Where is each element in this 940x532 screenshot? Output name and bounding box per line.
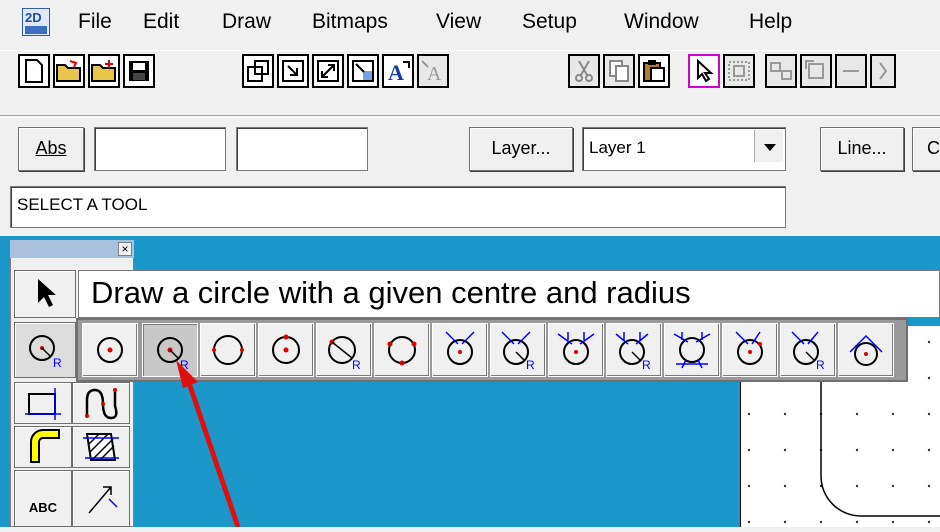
circle-three-points-icon[interactable] (374, 323, 430, 377)
paste-icon[interactable] (638, 54, 670, 88)
circle-two-points-icon[interactable] (200, 323, 256, 377)
hatch-tool-icon[interactable] (72, 426, 130, 468)
text-edit-icon[interactable]: A (417, 54, 449, 88)
copy-icon[interactable] (603, 54, 635, 88)
open-folder-icon[interactable] (53, 54, 85, 88)
svg-text:R: R (352, 358, 361, 370)
close-icon[interactable]: × (118, 242, 132, 256)
menu-draw[interactable]: Draw (222, 10, 271, 34)
svg-text:R: R (816, 358, 825, 370)
coord-x-field[interactable] (94, 127, 226, 171)
menu-bar: 2D File Edit Draw Bitmaps View Setup Win… (0, 0, 940, 46)
svg-text:R: R (53, 356, 62, 370)
circle-two-tangents-icon[interactable] (548, 323, 604, 377)
svg-text:R: R (526, 358, 535, 370)
menu-help[interactable]: Help (749, 10, 792, 34)
menu-file[interactable]: File (78, 10, 112, 34)
svg-text:A: A (388, 60, 404, 83)
pointer-tool-icon[interactable] (14, 270, 76, 318)
circle-centre-radius-icon[interactable]: R (142, 323, 198, 377)
circle-tangent-point-icon[interactable] (722, 323, 778, 377)
circle-centre-point-dot-icon[interactable] (258, 323, 314, 377)
palette-titlebar[interactable] (10, 240, 134, 258)
fillet-tool-icon[interactable] (14, 426, 72, 468)
menu-setup[interactable]: Setup (522, 10, 577, 34)
save-icon[interactable] (123, 54, 155, 88)
svg-text:A: A (427, 63, 442, 83)
circle-radius-tool-icon[interactable]: R (14, 322, 76, 378)
2d-design-app-icon[interactable]: 2D (22, 8, 50, 36)
circle-two-tangents-radius-icon[interactable]: R (606, 323, 662, 377)
layer-select-value: Layer 1 (589, 138, 646, 157)
zoom-window-icon[interactable] (242, 54, 274, 88)
text-tool-icon[interactable]: ABC (14, 470, 72, 527)
circle-tangent-point-radius-icon[interactable]: R (780, 323, 836, 377)
spline-tool-icon[interactable] (72, 382, 130, 424)
menu-bitmaps[interactable]: Bitmaps (312, 10, 388, 34)
dimension-tool-icon[interactable] (72, 470, 130, 527)
menu-edit[interactable]: Edit (143, 10, 179, 34)
chevron-down-icon[interactable] (754, 130, 783, 162)
status-prompt: SELECT A TOOL (10, 186, 786, 228)
zoom-fill-icon[interactable] (347, 54, 379, 88)
open-add-folder-icon[interactable] (88, 54, 120, 88)
layer-select[interactable]: Layer 1 (582, 127, 786, 171)
text-add-icon[interactable]: A (382, 54, 414, 88)
group-icon[interactable] (723, 54, 755, 88)
circle-tangent-line-icon[interactable] (838, 323, 894, 377)
menu-window[interactable]: Window (624, 10, 699, 34)
rotate-icon[interactable] (800, 54, 832, 88)
abs-button[interactable]: Abs (18, 127, 84, 171)
svg-text:R: R (642, 358, 651, 370)
cut-off-button[interactable]: C (912, 127, 940, 171)
circle-tangent-icon[interactable] (432, 323, 488, 377)
circle-radius-r-icon[interactable]: R (316, 323, 372, 377)
zoom-extents-icon[interactable] (312, 54, 344, 88)
circle-centre-point-icon[interactable] (82, 323, 138, 377)
cut-icon[interactable] (568, 54, 600, 88)
circle-tangent-radius-icon[interactable]: R (490, 323, 546, 377)
select-pointer-icon[interactable] (688, 54, 720, 88)
ungroup-icon[interactable] (765, 54, 797, 88)
svg-text:R: R (180, 358, 189, 370)
menu-view[interactable]: View (436, 10, 481, 34)
zoom-previous-icon[interactable] (277, 54, 309, 88)
tooltip: Draw a circle with a given centre and ra… (78, 270, 940, 318)
layer-button[interactable]: Layer... (469, 127, 573, 171)
toolbar-overflow-icon[interactable] (835, 54, 867, 88)
coord-y-field[interactable] (236, 127, 368, 171)
new-file-icon[interactable] (18, 54, 50, 88)
circle-three-tangents-icon[interactable] (664, 323, 720, 377)
line-style-button[interactable]: Line... (820, 127, 904, 171)
text-tool-label: ABC (28, 500, 58, 515)
rectangle-tool-icon[interactable] (14, 382, 72, 424)
toolbar-scroll-icon[interactable] (870, 54, 896, 88)
